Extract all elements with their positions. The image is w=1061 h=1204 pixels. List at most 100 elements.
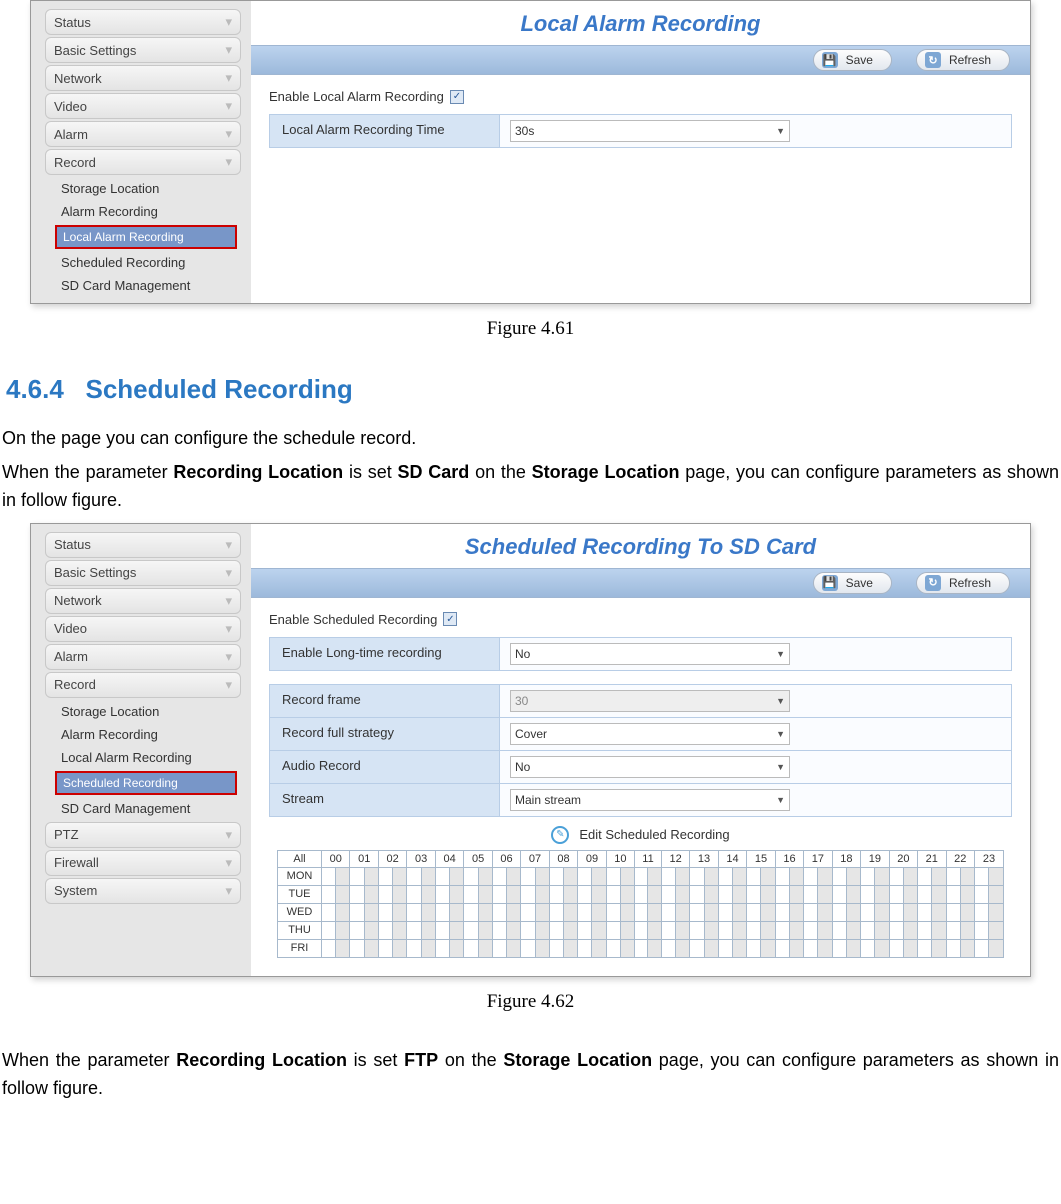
schedule-cell[interactable] xyxy=(407,939,421,957)
schedule-cell[interactable] xyxy=(975,903,989,921)
schedule-cell[interactable] xyxy=(393,903,407,921)
schedule-cell[interactable] xyxy=(818,921,832,939)
schedule-cell[interactable] xyxy=(322,867,336,885)
schedule-cell[interactable] xyxy=(975,885,989,903)
schedule-cell[interactable] xyxy=(507,921,521,939)
schedule-cell[interactable] xyxy=(946,903,960,921)
schedule-cell[interactable] xyxy=(889,921,903,939)
schedule-cell[interactable] xyxy=(747,885,761,903)
sidebar-sub-scheduled-recording[interactable]: Scheduled Recording xyxy=(55,771,237,795)
schedule-cell[interactable] xyxy=(393,867,407,885)
schedule-cell[interactable] xyxy=(804,867,818,885)
schedule-cell[interactable] xyxy=(889,867,903,885)
schedule-cell[interactable] xyxy=(804,885,818,903)
hour-header[interactable]: 15 xyxy=(747,850,775,867)
schedule-cell[interactable] xyxy=(846,921,860,939)
schedule-cell[interactable] xyxy=(635,903,648,921)
schedule-cell[interactable] xyxy=(521,921,535,939)
schedule-cell[interactable] xyxy=(563,903,577,921)
nav-item-firewall[interactable]: Firewall▾ xyxy=(45,850,241,876)
schedule-cell[interactable] xyxy=(690,921,704,939)
schedule-cell[interactable] xyxy=(450,867,464,885)
schedule-cell[interactable] xyxy=(661,867,675,885)
hour-header[interactable]: 00 xyxy=(322,850,350,867)
nav-item-status[interactable]: Status▾ xyxy=(45,532,241,558)
nav-item-basic-settings[interactable]: Basic Settings▾ xyxy=(45,560,241,586)
schedule-cell[interactable] xyxy=(592,939,606,957)
schedule-cell[interactable] xyxy=(861,939,875,957)
schedule-cell[interactable] xyxy=(336,939,350,957)
hour-header[interactable]: 06 xyxy=(492,850,520,867)
schedule-cell[interactable] xyxy=(832,939,846,957)
nav-item-network[interactable]: Network▾ xyxy=(45,65,241,91)
schedule-cell[interactable] xyxy=(421,867,435,885)
schedule-cell[interactable] xyxy=(450,903,464,921)
hour-header[interactable]: 05 xyxy=(464,850,492,867)
schedule-cell[interactable] xyxy=(464,939,478,957)
schedule-cell[interactable] xyxy=(932,885,946,903)
schedule-cell[interactable] xyxy=(592,867,606,885)
schedule-cell[interactable] xyxy=(761,867,775,885)
schedule-cell[interactable] xyxy=(507,939,521,957)
hour-header[interactable]: 20 xyxy=(889,850,917,867)
schedule-cell[interactable] xyxy=(592,921,606,939)
schedule-cell[interactable] xyxy=(875,885,889,903)
schedule-cell[interactable] xyxy=(960,867,974,885)
hour-header[interactable]: 14 xyxy=(718,850,746,867)
schedule-cell[interactable] xyxy=(775,921,789,939)
schedule-grid[interactable]: All0001020304050607080910111213141516171… xyxy=(277,850,1004,958)
schedule-cell[interactable] xyxy=(875,921,889,939)
schedule-cell[interactable] xyxy=(733,903,747,921)
hour-header[interactable]: 10 xyxy=(606,850,634,867)
schedule-cell[interactable] xyxy=(620,867,634,885)
schedule-cell[interactable] xyxy=(450,939,464,957)
refresh-button[interactable]: ↻ Refresh xyxy=(916,49,1010,71)
schedule-cell[interactable] xyxy=(350,921,364,939)
schedule-cell[interactable] xyxy=(421,921,435,939)
schedule-cell[interactable] xyxy=(989,939,1004,957)
schedule-cell[interactable] xyxy=(606,939,620,957)
schedule-cell[interactable] xyxy=(620,903,634,921)
schedule-cell[interactable] xyxy=(407,885,421,903)
nav-item-network[interactable]: Network▾ xyxy=(45,588,241,614)
schedule-cell[interactable] xyxy=(718,939,732,957)
sidebar-sub-alarm-recording[interactable]: Alarm Recording xyxy=(39,723,251,746)
sidebar-sub-alarm-recording[interactable]: Alarm Recording xyxy=(39,200,251,223)
schedule-cell[interactable] xyxy=(889,939,903,957)
nav-item-record[interactable]: Record▾ xyxy=(45,149,241,175)
day-header[interactable]: TUE xyxy=(278,885,322,903)
schedule-cell[interactable] xyxy=(975,921,989,939)
schedule-cell[interactable] xyxy=(989,867,1004,885)
schedule-cell[interactable] xyxy=(563,939,577,957)
schedule-cell[interactable] xyxy=(563,885,577,903)
schedule-cell[interactable] xyxy=(521,903,535,921)
schedule-cell[interactable] xyxy=(435,921,449,939)
schedule-cell[interactable] xyxy=(378,867,392,885)
schedule-cell[interactable] xyxy=(918,939,932,957)
schedule-cell[interactable] xyxy=(435,885,449,903)
schedule-cell[interactable] xyxy=(861,885,875,903)
schedule-cell[interactable] xyxy=(960,939,974,957)
schedule-cell[interactable] xyxy=(989,903,1004,921)
schedule-cell[interactable] xyxy=(378,939,392,957)
schedule-cell[interactable] xyxy=(421,939,435,957)
enable-scheduled-checkbox[interactable]: ✓ xyxy=(443,612,457,626)
hour-header[interactable]: 11 xyxy=(635,850,662,867)
schedule-cell[interactable] xyxy=(478,885,492,903)
schedule-cell[interactable] xyxy=(507,867,521,885)
schedule-cell[interactable] xyxy=(789,903,803,921)
schedule-cell[interactable] xyxy=(946,939,960,957)
schedule-cell[interactable] xyxy=(775,867,789,885)
schedule-cell[interactable] xyxy=(364,939,378,957)
schedule-cell[interactable] xyxy=(421,885,435,903)
nav-item-alarm[interactable]: Alarm▾ xyxy=(45,644,241,670)
schedule-cell[interactable] xyxy=(889,903,903,921)
schedule-cell[interactable] xyxy=(733,939,747,957)
schedule-cell[interactable] xyxy=(903,867,917,885)
hour-header[interactable]: 21 xyxy=(918,850,946,867)
schedule-cell[interactable] xyxy=(861,867,875,885)
schedule-cell[interactable] xyxy=(549,885,563,903)
nav-item-video[interactable]: Video▾ xyxy=(45,93,241,119)
hour-header[interactable]: 13 xyxy=(690,850,718,867)
schedule-cell[interactable] xyxy=(704,921,718,939)
